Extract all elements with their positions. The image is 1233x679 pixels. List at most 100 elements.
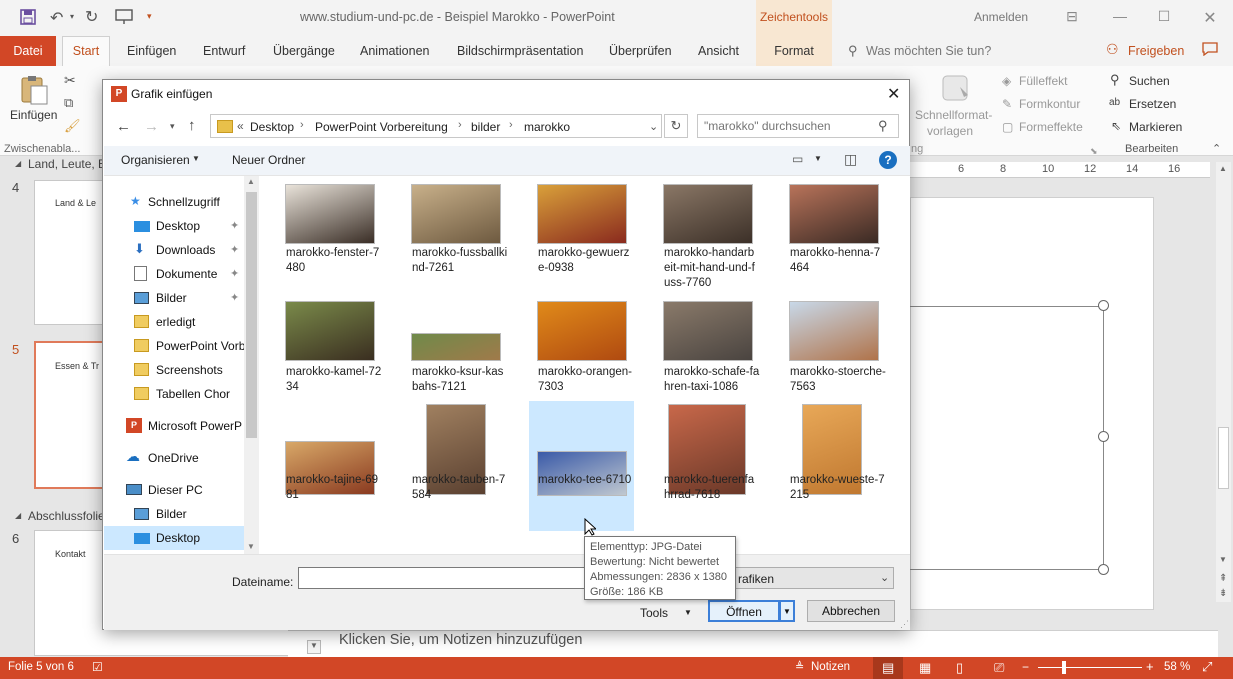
tab-bildschirmpraesentation[interactable]: Bildschirmpräsentation: [457, 44, 583, 58]
resize-handle[interactable]: [1098, 564, 1109, 575]
section-label[interactable]: Land, Leute, E: [28, 157, 106, 171]
breadcrumb-bilder[interactable]: bilder: [471, 120, 500, 134]
resize-grip-icon[interactable]: ⋰: [900, 619, 909, 630]
slide-sorter-icon[interactable]: ▦: [919, 660, 931, 676]
zoom-in-icon[interactable]: +: [1146, 659, 1154, 674]
replace-button[interactable]: Ersetzen: [1129, 97, 1176, 111]
view-icon[interactable]: ▭: [792, 152, 803, 166]
nav-pc-pictures[interactable]: Bilder: [104, 502, 244, 526]
comment-icon[interactable]: [1202, 42, 1218, 56]
scrollbar-thumb[interactable]: [1218, 427, 1229, 489]
paste-icon[interactable]: [18, 74, 50, 106]
quick-styles-label-1[interactable]: Schnellformat-: [915, 108, 992, 122]
file-item[interactable]: marokko-fussballkind-7261: [406, 184, 510, 294]
nav-onedrive[interactable]: ☁ OneDrive: [104, 446, 244, 470]
section-collapse-icon[interactable]: ◢: [15, 511, 21, 520]
undo-dropdown-icon[interactable]: ▾: [70, 12, 74, 21]
tab-einfuegen[interactable]: Einfügen: [127, 44, 176, 58]
refresh-icon[interactable]: ↻: [664, 114, 688, 138]
spellcheck-icon[interactable]: ☑: [92, 660, 103, 674]
tools-dropdown-icon[interactable]: ▼: [684, 608, 692, 617]
format-painter-icon[interactable]: 🖌: [64, 118, 81, 134]
tools-button[interactable]: Tools: [640, 606, 668, 620]
address-bar[interactable]: « Desktop › PowerPoint Vorbereitung › bi…: [210, 114, 662, 138]
nav-desktop[interactable]: Desktop ✦: [104, 214, 244, 238]
file-item[interactable]: marokko-orangen-7303: [532, 301, 636, 411]
file-item[interactable]: marokko-kamel-7234: [280, 301, 384, 411]
breadcrumb-overflow[interactable]: «: [237, 119, 244, 133]
fit-to-window-icon[interactable]: ⤢: [1202, 659, 1212, 675]
selected-shape[interactable]: [910, 306, 1104, 570]
file-item[interactable]: marokko-henna-7464: [784, 184, 888, 294]
organize-button[interactable]: Organisieren: [121, 153, 190, 167]
shape-outline-button[interactable]: Formkontur: [1019, 97, 1080, 111]
close-icon[interactable]: ✕: [887, 84, 900, 104]
find-button[interactable]: Suchen: [1129, 74, 1170, 88]
share-button[interactable]: Freigeben: [1128, 44, 1184, 58]
tab-uebergaenge[interactable]: Übergänge: [273, 44, 335, 58]
file-item[interactable]: marokko-ksur-kasbahs-7121: [406, 301, 510, 411]
maximize-button[interactable]: ☐: [1154, 8, 1174, 26]
save-icon[interactable]: [20, 9, 36, 25]
back-icon[interactable]: ←: [116, 118, 131, 135]
nav-documents[interactable]: Dokumente ✦: [104, 262, 244, 286]
tab-entwurf[interactable]: Entwurf: [203, 44, 245, 58]
address-history-icon[interactable]: ⌄: [649, 120, 658, 133]
breadcrumb-powerpoint-vorbereitung[interactable]: PowerPoint Vorbereitung: [315, 120, 448, 134]
scroll-up-icon[interactable]: ▲: [1219, 164, 1227, 173]
file-item[interactable]: marokko-wueste-7215: [784, 401, 888, 511]
breadcrumb-marokko[interactable]: marokko: [524, 120, 570, 134]
nav-pc-desktop-selected[interactable]: Desktop: [104, 526, 244, 550]
tab-animationen[interactable]: Animationen: [360, 44, 430, 58]
scroll-up-icon[interactable]: ▲: [247, 177, 255, 186]
help-icon[interactable]: ?: [879, 151, 897, 169]
copy-icon[interactable]: ⧉: [64, 95, 73, 111]
quick-styles-label-2[interactable]: vorlagen: [927, 124, 973, 138]
notes-placeholder[interactable]: Klicken Sie, um Notizen hinzuzufügen: [339, 632, 582, 648]
search-icon[interactable]: ⚲: [878, 118, 888, 134]
section-label[interactable]: Abschlussfolie: [28, 509, 105, 523]
resize-handle[interactable]: [1098, 300, 1109, 311]
zoom-slider-thumb[interactable]: [1062, 661, 1066, 674]
forward-icon[interactable]: →: [144, 118, 159, 135]
section-collapse-icon[interactable]: ◢: [15, 159, 21, 168]
file-item[interactable]: marokko-gewuerze-0938: [532, 184, 636, 294]
tell-me-input[interactable]: Was möchten Sie tun?: [866, 44, 991, 58]
zoom-out-icon[interactable]: −: [1022, 660, 1029, 674]
slideshow-icon[interactable]: ⎚: [994, 660, 1004, 676]
quick-styles-icon[interactable]: [940, 73, 972, 105]
breadcrumb-desktop[interactable]: Desktop: [250, 120, 294, 134]
tab-ansicht[interactable]: Ansicht: [698, 44, 739, 58]
nav-folder-screenshots[interactable]: Screenshots: [104, 358, 244, 382]
cancel-button[interactable]: Abbrechen: [807, 600, 895, 622]
scroll-down-icon[interactable]: ▼: [247, 542, 255, 551]
up-icon[interactable]: ↑: [188, 117, 196, 134]
nav-scrollbar[interactable]: ▲ ▼: [244, 176, 259, 554]
organize-dropdown-icon[interactable]: ▼: [192, 154, 200, 163]
notes-toggle[interactable]: Notizen: [811, 661, 850, 673]
ribbon-display-icon[interactable]: ⊟: [1062, 8, 1082, 26]
select-button[interactable]: Markieren: [1129, 120, 1182, 134]
nav-scrollbar-thumb[interactable]: [246, 192, 257, 438]
tab-datei[interactable]: Datei: [0, 36, 56, 66]
open-dropdown-icon[interactable]: ▼: [779, 600, 795, 622]
minimize-button[interactable]: —: [1110, 8, 1130, 26]
nav-folder-erledigt[interactable]: erledigt: [104, 310, 244, 334]
tab-ueberpruefen[interactable]: Überprüfen: [609, 44, 672, 58]
tab-format[interactable]: Format: [756, 36, 832, 66]
reading-view-icon[interactable]: ▯: [956, 660, 963, 676]
customize-qat-icon[interactable]: ▾: [147, 11, 152, 22]
nav-folder-tabellen[interactable]: Tabellen Chor: [104, 382, 244, 406]
file-item[interactable]: marokko-tuerenfahrrad-7618: [658, 401, 762, 511]
nav-pictures[interactable]: Bilder ✦: [104, 286, 244, 310]
filetype-select[interactable]: rafiken ⌄: [728, 567, 894, 589]
paste-label[interactable]: Einfügen: [10, 108, 57, 122]
shape-fill-button[interactable]: Fülleffekt: [1019, 74, 1067, 88]
shape-effects-button[interactable]: Formeffekte: [1019, 120, 1083, 134]
nav-this-pc[interactable]: Dieser PC: [104, 478, 244, 502]
file-item[interactable]: marokko-schafe-fahren-taxi-1086: [658, 301, 762, 411]
preview-pane-icon[interactable]: ◫: [844, 151, 857, 168]
vertical-scrollbar[interactable]: [1216, 162, 1231, 602]
previous-slide-icon[interactable]: ⇞: [1219, 573, 1227, 584]
redo-icon[interactable]: ↻: [85, 7, 98, 27]
